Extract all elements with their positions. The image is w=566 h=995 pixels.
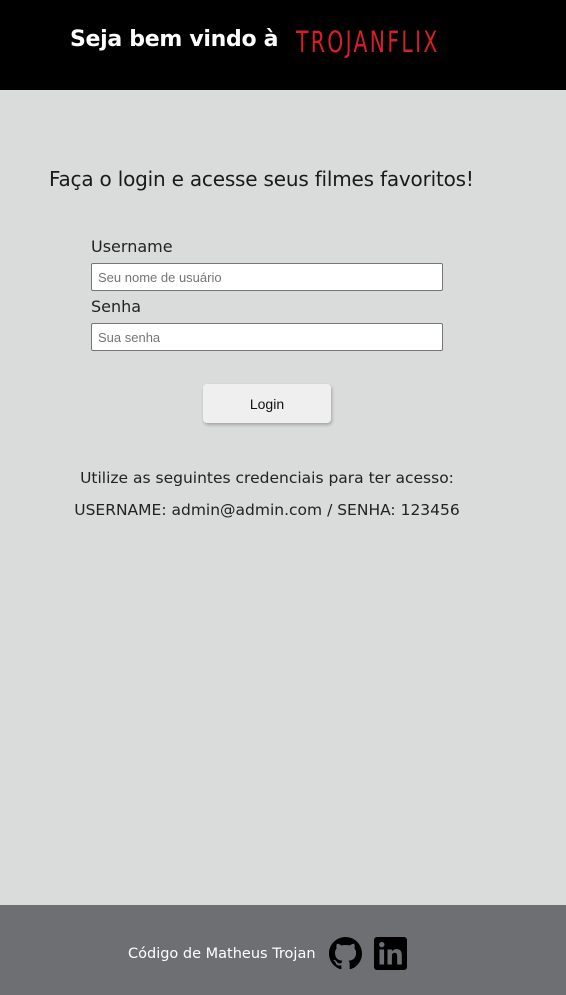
username-input[interactable] xyxy=(91,263,443,291)
footer-credit: Código de Matheus Trojan xyxy=(128,946,316,962)
welcome-text: Seja bem vindo à xyxy=(70,27,279,52)
password-label: Senha xyxy=(91,297,142,316)
credentials-hint: Utilize as seguintes credenciais para te… xyxy=(80,469,454,487)
github-icon[interactable] xyxy=(329,937,362,970)
linkedin-icon[interactable] xyxy=(374,937,407,970)
password-input[interactable] xyxy=(91,323,443,351)
username-label: Username xyxy=(91,237,173,256)
credentials-values: USERNAME: admin@admin.com / SENHA: 12345… xyxy=(74,501,460,519)
login-button[interactable]: Login xyxy=(203,384,331,423)
brand-logo[interactable]: TROJANFLIX xyxy=(296,25,440,59)
header: Seja bem vindo à TROJANFLIX xyxy=(0,0,566,90)
page-title: Faça o login e acesse seus filmes favori… xyxy=(49,167,474,191)
